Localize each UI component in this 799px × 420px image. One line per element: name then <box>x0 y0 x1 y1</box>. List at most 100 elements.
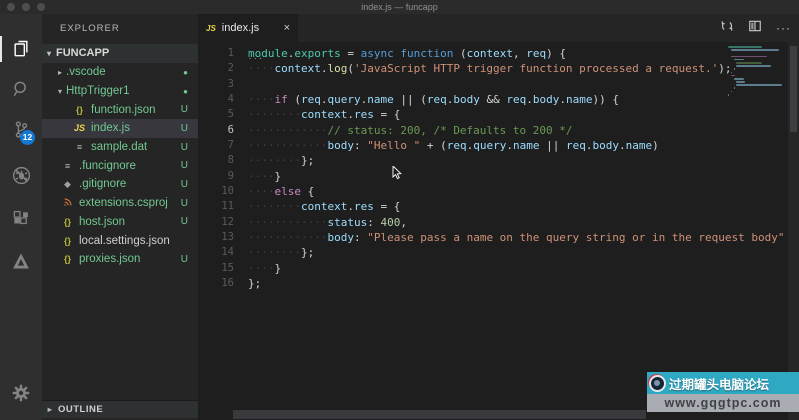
outline-section-header[interactable]: ▸ OUTLINE <box>42 400 198 418</box>
explorer-item-index-js[interactable]: JSindex.jsU <box>42 119 198 138</box>
code-line-6[interactable]: 6············// status: 200, /* Defaults… <box>198 123 799 138</box>
code-line-8[interactable]: 8········}; <box>198 153 799 168</box>
code-text: ········}; <box>248 245 314 260</box>
braces-file-icon: {} <box>60 236 75 246</box>
code-line-15[interactable]: 15····} <box>198 261 799 276</box>
code-line-4[interactable]: 4····if (req.query.name || (req.body && … <box>198 92 799 107</box>
close-tab-icon[interactable]: × <box>284 22 290 34</box>
code-line-3[interactable]: 3 <box>198 77 799 92</box>
code-line-7[interactable]: 7············body: "Hello " + (req.query… <box>198 138 799 153</box>
explorer-item-proxies-json[interactable]: {}proxies.jsonU <box>42 250 198 269</box>
js-file-icon: JS <box>206 24 216 33</box>
line-number[interactable]: 13 <box>198 230 248 245</box>
synchronize-icon[interactable] <box>720 19 734 38</box>
code-line-9[interactable]: 9····} <box>198 169 799 184</box>
debug-icon[interactable] <box>0 160 42 190</box>
explorer-item-funcignore[interactable]: ≡ .funcignore U <box>42 156 198 175</box>
file-label: index.js <box>91 122 130 134</box>
code-text: module.exports = async function (context… <box>248 46 566 61</box>
file-label: .funcignore <box>79 160 136 172</box>
settings-gear-icon[interactable] <box>0 378 42 408</box>
line-number[interactable]: 16 <box>198 276 248 291</box>
braces-file-icon: {} <box>60 254 75 264</box>
tab-index-js[interactable]: JS index.js × <box>198 14 298 42</box>
explorer-item-local-settings-json[interactable]: {} local.settings.json <box>42 231 198 250</box>
extensions-icon[interactable] <box>0 204 42 234</box>
close-window-button[interactable] <box>7 3 15 11</box>
explorer-icon[interactable] <box>0 34 42 64</box>
rss-file-icon <box>60 197 75 209</box>
file-label: sample.dat <box>91 141 147 153</box>
code-line-1[interactable]: 1module.exports = async function (contex… <box>198 46 799 61</box>
code-text: ············// status: 200, /* Defaults … <box>248 123 573 138</box>
code-text: ····if (req.query.name || (req.body && r… <box>248 92 619 107</box>
explorer-item-httptrigger1[interactable]: ▾HttpTrigger1● <box>42 82 198 101</box>
line-number[interactable]: 12 <box>198 215 248 230</box>
code-editor[interactable]: 1module.exports = async function (contex… <box>198 42 799 420</box>
code-text: ········context.res = { <box>248 107 400 122</box>
file-label: HttpTrigger1 <box>66 85 130 97</box>
watermark-url: www.gqgtpc.com <box>647 394 799 412</box>
untracked-badge: U <box>181 179 188 190</box>
line-number[interactable]: 8 <box>198 153 248 168</box>
explorer-item-vscode[interactable]: ▸.vscode● <box>42 63 198 82</box>
explorer-root-folder[interactable]: ▾ FUNCAPP <box>42 44 198 63</box>
mouse-cursor <box>392 166 404 180</box>
split-editor-icon[interactable] <box>748 19 762 38</box>
outline-label: OUTLINE <box>58 404 103 415</box>
untracked-badge: U <box>181 160 188 171</box>
vertical-scrollbar-thumb[interactable] <box>790 46 797 132</box>
chevron-down-icon: ▾ <box>42 44 56 63</box>
code-line-13[interactable]: 13············body: "Please pass a name … <box>198 230 799 245</box>
line-number[interactable]: 3 <box>198 77 248 92</box>
explorer-item-extensions-csproj[interactable]: extensions.csprojU <box>42 194 198 213</box>
search-icon[interactable] <box>0 74 42 104</box>
code-line-11[interactable]: 11········context.res = { <box>198 199 799 214</box>
line-number[interactable]: 9 <box>198 169 248 184</box>
line-number[interactable]: 5 <box>198 107 248 122</box>
braces-file-icon: {} <box>60 217 75 227</box>
source-control-icon[interactable]: 12 <box>0 114 42 144</box>
minimize-window-button[interactable] <box>22 3 30 11</box>
code-line-12[interactable]: 12············status: 400, <box>198 215 799 230</box>
title-bar: index.js — funcapp <box>0 0 799 15</box>
zoom-window-button[interactable] <box>37 3 45 11</box>
untracked-badge: U <box>181 216 188 227</box>
code-text: ····} <box>248 261 281 276</box>
horizontal-scrollbar[interactable] <box>233 410 646 419</box>
code-line-5[interactable]: 5········context.res = { <box>198 107 799 122</box>
explorer-item-host-json[interactable]: {}host.jsonU <box>42 213 198 232</box>
code-text: ············status: 400, <box>248 215 407 230</box>
more-actions-icon[interactable]: ··· <box>776 21 791 35</box>
explorer-item-sample-dat[interactable]: ≡sample.datU <box>42 138 198 157</box>
line-number[interactable]: 1 <box>198 46 248 61</box>
explorer-item-function-json[interactable]: {}function.jsonU <box>42 100 198 119</box>
code-line-10[interactable]: 10····else { <box>198 184 799 199</box>
code-line-2[interactable]: 2····context.log('JavaScript HTTP trigge… <box>198 61 799 76</box>
minimap[interactable] <box>728 46 786 97</box>
azure-icon[interactable] <box>0 246 42 276</box>
line-number[interactable]: 15 <box>198 261 248 276</box>
code-lines: 1module.exports = async function (contex… <box>198 46 799 292</box>
line-number[interactable]: 10 <box>198 184 248 199</box>
vertical-scrollbar[interactable] <box>788 42 799 420</box>
root-folder-label: FUNCAPP <box>56 44 109 63</box>
explorer-item-gitignore[interactable]: ◆.gitignoreU <box>42 175 198 194</box>
diamond-file-icon: ◆ <box>60 179 75 190</box>
untracked-badge: U <box>181 198 188 209</box>
code-line-14[interactable]: 14········}; <box>198 245 799 260</box>
line-number[interactable]: 14 <box>198 245 248 260</box>
chevron-down-icon: ▾ <box>54 87 66 96</box>
line-number[interactable]: 2 <box>198 61 248 76</box>
file-label: local.settings.json <box>79 235 170 247</box>
hint-ellipsis-icon: ··· <box>248 55 264 63</box>
explorer-title: EXPLORER <box>42 14 198 44</box>
code-line-16[interactable]: 16}; <box>198 276 799 291</box>
lines-file-icon: ≡ <box>60 161 75 171</box>
line-number[interactable]: 7 <box>198 138 248 153</box>
line-number[interactable]: 6 <box>198 123 248 138</box>
active-indicator <box>0 36 2 62</box>
braces-file-icon: {} <box>72 105 87 115</box>
line-number[interactable]: 4 <box>198 92 248 107</box>
line-number[interactable]: 11 <box>198 199 248 214</box>
